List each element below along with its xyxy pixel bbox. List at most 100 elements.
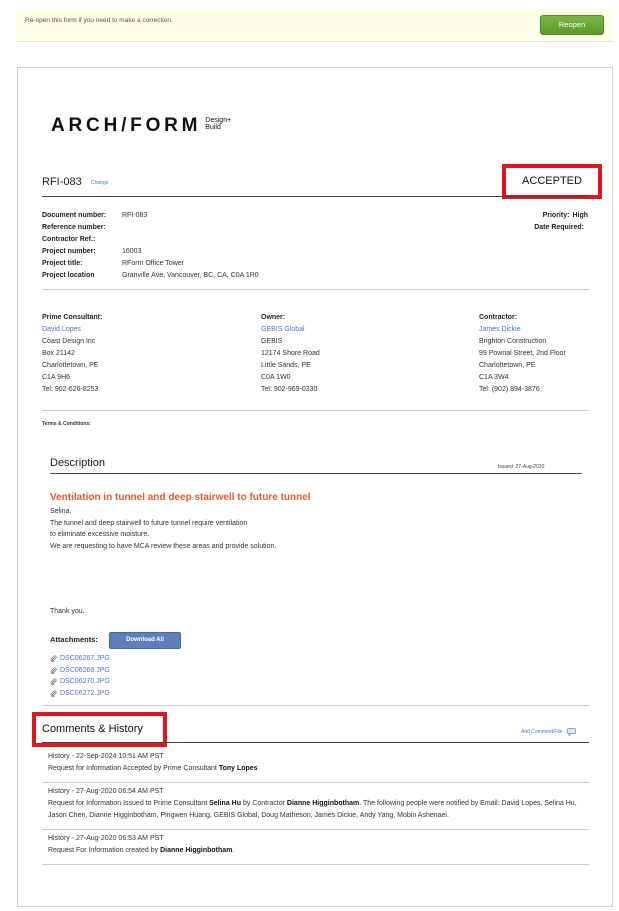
info-row: Project location Granville Ave, Vancouver… <box>42 270 259 282</box>
rfi-number: RFI-083 <box>42 176 82 188</box>
info-row: Contractor Ref.: <box>42 234 259 246</box>
info-row: Project title: RForm Office Tower <box>42 258 259 270</box>
attachment-list: DSC06267.JPG DSC06268.JPG DSC06270.JPG D… <box>50 653 110 699</box>
attachment-link[interactable]: DSC06268.JPG <box>50 665 110 677</box>
info-value: Granville Ave, Vancouver, BC, CA, C0A 1R… <box>122 272 259 279</box>
attachment-link[interactable]: DSC06267.JPG <box>50 653 110 665</box>
reopen-message: Re-open this form if you need to make a … <box>25 17 173 24</box>
party-contact-link[interactable]: James Dickie <box>479 324 619 336</box>
party-postal: C1A 9H6 <box>42 374 71 381</box>
history-person: Dianne Higginbotham <box>286 800 360 807</box>
info-value <box>587 222 588 234</box>
history-person: Dianne Higginbotham <box>160 847 233 854</box>
history-text-part: Request for Information Accepted by Prim… <box>48 765 219 772</box>
party-contact-link[interactable]: GEBIS Global <box>261 324 441 336</box>
info-value: 16003 <box>122 248 142 255</box>
rfi-form: ARCH/FORM Design+ Build RFI-083 Change AC… <box>17 67 613 907</box>
attachment-filename: DSC06270.JPG <box>60 678 110 686</box>
party-city: Charlottetown, PE <box>42 362 99 369</box>
body-line: to eliminate excessive moisture. <box>50 531 150 538</box>
info-label: Project location <box>42 272 95 279</box>
info-label: Project number: <box>42 248 96 255</box>
info-label: Priority: <box>542 212 570 219</box>
history-text-part: by Contractor <box>241 800 287 807</box>
party-contractor: Contractor: James Dickie Brighton Constr… <box>479 312 619 396</box>
info-row: Reference number: <box>42 222 259 234</box>
comment-icon <box>567 728 577 736</box>
info-row: Priority: High <box>438 210 588 222</box>
info-row: Document number: RFI-083 <box>42 210 259 222</box>
divider <box>42 196 589 197</box>
party-address: 12174 Shore Road <box>261 350 320 357</box>
divider <box>50 473 582 474</box>
party-address: Box 21142 <box>42 350 75 357</box>
party-tel: Tel: 902-626-8253 <box>42 386 99 393</box>
party-postal: C1A 3W4 <box>479 374 509 381</box>
attachment-filename: DSC06272.JPG <box>60 689 110 697</box>
history-text-part: Request For Information created by <box>48 847 161 854</box>
history-header: History - 27-Aug-2020 06:54 AM PST <box>48 788 164 795</box>
party-role: Owner: <box>261 314 286 321</box>
info-label: Document number: <box>42 212 107 219</box>
issued-date: Issued: 27-Aug-2020 <box>498 464 545 470</box>
history-person: Selina Hu <box>209 800 241 807</box>
history-text: Request for Information Issued to Prime … <box>48 798 583 822</box>
history-entry: History - 22-Sep-2024 10:51 AM PST Reque… <box>42 748 589 783</box>
change-link[interactable]: Change <box>91 180 109 186</box>
party-company: GEBIS <box>261 338 283 345</box>
history-entry: History - 27-Aug-2020 06:54 AM PST Reque… <box>42 783 589 830</box>
party-contact-link[interactable]: David Lopes <box>42 324 222 336</box>
paperclip-icon <box>50 655 57 663</box>
closing-text: Thank you. <box>50 608 85 615</box>
history-text: Request for Information Accepted by Prim… <box>48 763 583 775</box>
attachments-label: Attachments: <box>50 635 98 644</box>
logo-tagline-2: Build <box>205 124 221 131</box>
party-tel: Tel: 902-969-0330 <box>261 386 318 393</box>
history-text-part: . <box>232 847 235 854</box>
party-city: Charlottetown, PE <box>479 362 536 369</box>
terms-heading: Terms & Conditions: <box>42 421 91 427</box>
party-company: Coast Design Inc <box>42 338 96 345</box>
divider <box>42 742 589 743</box>
paperclip-icon <box>50 678 57 686</box>
description-body: Selina, The tunnel and deep stairwell to… <box>50 506 276 552</box>
party-company: Brighton Construction <box>479 338 547 345</box>
attachment-link[interactable]: DSC06270.JPG <box>50 676 110 688</box>
info-value: RForm Office Tower <box>122 260 184 267</box>
party-address: 99 Pownal Street, 2nd Floor <box>479 350 566 357</box>
add-comment-link[interactable]: Add Comment/File <box>521 728 577 736</box>
logo-wordmark: ARCH/FORM <box>51 115 202 136</box>
party-postal: C0A 1W0 <box>261 374 291 381</box>
party-owner: Owner: GEBIS Global GEBIS 12174 Shore Ro… <box>261 312 441 396</box>
body-line: Selina, <box>50 508 72 515</box>
priority-info: Priority: High Date Required: <box>438 210 588 234</box>
info-row: Project number: 16003 <box>42 246 259 258</box>
attachment-filename: DSC06268.JPG <box>60 666 110 674</box>
reopen-bar: Re-open this form if you need to make a … <box>17 10 613 42</box>
paperclip-icon <box>50 690 57 697</box>
info-row: Date Required: <box>438 222 588 234</box>
info-label: Contractor Ref.: <box>42 236 96 243</box>
logo-tagline-1: Design+ <box>205 117 232 124</box>
info-label: Reference number: <box>42 224 106 231</box>
history-person: Tony Lopes <box>218 765 258 772</box>
reopen-button[interactable]: Reopen <box>540 15 604 35</box>
attachment-filename: DSC06267.JPG <box>60 655 110 663</box>
party-city: Little Sands, PE <box>261 362 311 369</box>
description-title: Description <box>50 457 106 469</box>
info-value: High <box>572 212 588 219</box>
party-role: Prime Consultant: <box>42 314 103 321</box>
party-tel: Tel: (902) 894-3876 <box>479 386 540 393</box>
logo-tagline: Design+ Build <box>205 117 231 131</box>
attachment-link[interactable]: DSC06272.JPG <box>50 688 110 700</box>
download-all-button[interactable]: Download All <box>109 632 181 649</box>
history-list: History - 22-Sep-2024 10:51 AM PST Reque… <box>42 748 589 865</box>
history-header: History - 22-Sep-2024 10:51 AM PST <box>48 753 164 760</box>
body-line: The tunnel and deep stairwell to future … <box>50 519 248 527</box>
add-comment-label: Add Comment/File <box>521 729 563 735</box>
divider <box>42 410 589 411</box>
history-entry: History - 27-Aug-2020 06:53 AM PST Reque… <box>42 830 589 865</box>
document-info: Document number: RFI-083 Reference number… <box>42 210 259 282</box>
body-line: We are requesting to have MCA review the… <box>50 542 277 550</box>
history-text: Request For Information created by Diann… <box>48 845 583 857</box>
